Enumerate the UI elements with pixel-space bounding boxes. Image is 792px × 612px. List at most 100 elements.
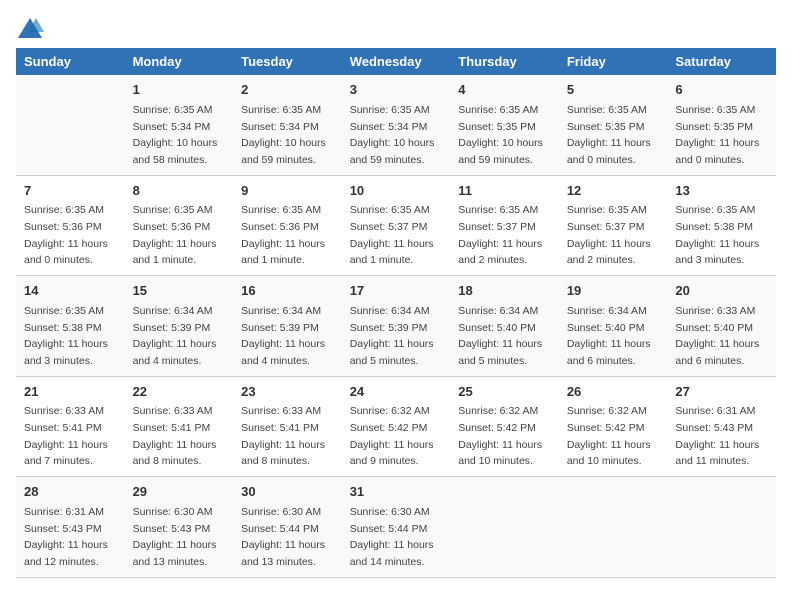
day-number: 2 <box>241 81 334 100</box>
calendar-cell: 20 Sunrise: 6:33 AMSunset: 5:40 PMDayligh… <box>667 276 776 377</box>
day-number: 5 <box>567 81 660 100</box>
day-number: 11 <box>458 182 551 201</box>
day-number: 24 <box>350 383 443 402</box>
day-info: Sunrise: 6:32 AMSunset: 5:42 PMDaylight:… <box>458 405 542 467</box>
day-info: Sunrise: 6:35 AMSunset: 5:34 PMDaylight:… <box>133 104 218 166</box>
calendar-week-row: 21Sunrise: 6:33 AMSunset: 5:41 PMDayligh… <box>16 376 776 477</box>
calendar-cell <box>667 477 776 578</box>
calendar-cell: 26 Sunrise: 6:32 AMSunset: 5:42 PMDayligh… <box>559 376 668 477</box>
day-info: Sunrise: 6:30 AMSunset: 5:43 PMDaylight:… <box>133 506 217 568</box>
day-number: 3 <box>350 81 443 100</box>
calendar-cell: 6 Sunrise: 6:35 AMSunset: 5:35 PMDaylight… <box>667 75 776 175</box>
calendar-week-row: 1 Sunrise: 6:35 AMSunset: 5:34 PMDaylight… <box>16 75 776 175</box>
calendar-cell: 16 Sunrise: 6:34 AMSunset: 5:39 PMDayligh… <box>233 276 342 377</box>
calendar-cell: 24 Sunrise: 6:32 AMSunset: 5:42 PMDayligh… <box>342 376 451 477</box>
calendar-cell: 14 Sunrise: 6:35 AMSunset: 5:38 PMDayligh… <box>16 276 125 377</box>
calendar-week-row: 7 Sunrise: 6:35 AMSunset: 5:36 PMDaylight… <box>16 175 776 276</box>
day-info: Sunrise: 6:35 AMSunset: 5:36 PMDaylight:… <box>133 204 217 266</box>
day-info: Sunrise: 6:32 AMSunset: 5:42 PMDaylight:… <box>567 405 651 467</box>
calendar-cell: 2 Sunrise: 6:35 AMSunset: 5:34 PMDaylight… <box>233 75 342 175</box>
calendar-cell: 10 Sunrise: 6:35 AMSunset: 5:37 PMDayligh… <box>342 175 451 276</box>
day-number: 4 <box>458 81 551 100</box>
calendar-cell: 4 Sunrise: 6:35 AMSunset: 5:35 PMDaylight… <box>450 75 559 175</box>
column-header-friday: Friday <box>559 48 668 75</box>
day-info: Sunrise: 6:31 AMSunset: 5:43 PMDaylight:… <box>675 405 759 467</box>
day-info: Sunrise: 6:35 AMSunset: 5:36 PMDaylight:… <box>241 204 325 266</box>
day-info: Sunrise: 6:31 AMSunset: 5:43 PMDaylight:… <box>24 506 108 568</box>
day-info: Sunrise: 6:33 AMSunset: 5:41 PMDaylight:… <box>133 405 217 467</box>
column-header-sunday: Sunday <box>16 48 125 75</box>
calendar-cell: 9 Sunrise: 6:35 AMSunset: 5:36 PMDaylight… <box>233 175 342 276</box>
day-info: Sunrise: 6:35 AMSunset: 5:35 PMDaylight:… <box>458 104 543 166</box>
day-number: 13 <box>675 182 768 201</box>
day-info: Sunrise: 6:30 AMSunset: 5:44 PMDaylight:… <box>241 506 325 568</box>
day-info: Sunrise: 6:33 AMSunset: 5:41 PMDaylight:… <box>241 405 325 467</box>
day-info: Sunrise: 6:35 AMSunset: 5:37 PMDaylight:… <box>458 204 542 266</box>
day-info: Sunrise: 6:35 AMSunset: 5:34 PMDaylight:… <box>350 104 435 166</box>
calendar-cell <box>559 477 668 578</box>
column-header-saturday: Saturday <box>667 48 776 75</box>
calendar-cell: 25 Sunrise: 6:32 AMSunset: 5:42 PMDayligh… <box>450 376 559 477</box>
day-number: 14 <box>24 282 117 301</box>
day-number: 23 <box>241 383 334 402</box>
column-header-monday: Monday <box>125 48 234 75</box>
calendar-cell: 17 Sunrise: 6:34 AMSunset: 5:39 PMDayligh… <box>342 276 451 377</box>
day-number: 16 <box>241 282 334 301</box>
calendar-cell: 23 Sunrise: 6:33 AMSunset: 5:41 PMDayligh… <box>233 376 342 477</box>
calendar-cell: 7Sunrise: 6:35 AMSunset: 5:36 PMDaylight… <box>16 175 125 276</box>
calendar-cell: 12Sunrise: 6:35 AMSunset: 5:37 PMDayligh… <box>559 175 668 276</box>
day-number: 9 <box>241 182 334 201</box>
calendar-week-row: 14 Sunrise: 6:35 AMSunset: 5:38 PMDayligh… <box>16 276 776 377</box>
day-number: 17 <box>350 282 443 301</box>
calendar-cell: 13Sunrise: 6:35 AMSunset: 5:38 PMDayligh… <box>667 175 776 276</box>
calendar-cell: 29Sunrise: 6:30 AMSunset: 5:43 PMDayligh… <box>125 477 234 578</box>
day-number: 7 <box>24 182 117 201</box>
day-info: Sunrise: 6:35 AMSunset: 5:35 PMDaylight:… <box>675 104 759 166</box>
day-number: 20 <box>675 282 768 301</box>
day-info: Sunrise: 6:30 AMSunset: 5:44 PMDaylight:… <box>350 506 434 568</box>
column-header-wednesday: Wednesday <box>342 48 451 75</box>
calendar-cell <box>450 477 559 578</box>
calendar-cell: 19 Sunrise: 6:34 AMSunset: 5:40 PMDayligh… <box>559 276 668 377</box>
day-info: Sunrise: 6:34 AMSunset: 5:40 PMDaylight:… <box>567 305 651 367</box>
day-info: Sunrise: 6:35 AMSunset: 5:35 PMDaylight:… <box>567 104 651 166</box>
day-info: Sunrise: 6:35 AMSunset: 5:34 PMDaylight:… <box>241 104 326 166</box>
day-info: Sunrise: 6:33 AMSunset: 5:40 PMDaylight:… <box>675 305 759 367</box>
calendar-cell: 30 Sunrise: 6:30 AMSunset: 5:44 PMDayligh… <box>233 477 342 578</box>
day-info: Sunrise: 6:34 AMSunset: 5:40 PMDaylight:… <box>458 305 542 367</box>
day-info: Sunrise: 6:35 AMSunset: 5:38 PMDaylight:… <box>24 305 108 367</box>
day-info: Sunrise: 6:34 AMSunset: 5:39 PMDaylight:… <box>133 305 217 367</box>
day-number: 31 <box>350 483 443 502</box>
column-header-tuesday: Tuesday <box>233 48 342 75</box>
day-number: 22 <box>133 383 226 402</box>
day-info: Sunrise: 6:35 AMSunset: 5:37 PMDaylight:… <box>350 204 434 266</box>
calendar-cell <box>16 75 125 175</box>
calendar-week-row: 28 Sunrise: 6:31 AMSunset: 5:43 PMDayligh… <box>16 477 776 578</box>
day-number: 30 <box>241 483 334 502</box>
calendar-cell: 5 Sunrise: 6:35 AMSunset: 5:35 PMDaylight… <box>559 75 668 175</box>
day-info: Sunrise: 6:33 AMSunset: 5:41 PMDaylight:… <box>24 405 108 467</box>
day-number: 1 <box>133 81 226 100</box>
day-number: 25 <box>458 383 551 402</box>
calendar-cell: 11 Sunrise: 6:35 AMSunset: 5:37 PMDayligh… <box>450 175 559 276</box>
logo <box>16 16 48 40</box>
calendar-cell: 28 Sunrise: 6:31 AMSunset: 5:43 PMDayligh… <box>16 477 125 578</box>
day-number: 19 <box>567 282 660 301</box>
calendar-cell: 21Sunrise: 6:33 AMSunset: 5:41 PMDayligh… <box>16 376 125 477</box>
day-number: 18 <box>458 282 551 301</box>
day-info: Sunrise: 6:34 AMSunset: 5:39 PMDaylight:… <box>241 305 325 367</box>
day-number: 10 <box>350 182 443 201</box>
calendar-cell: 1 Sunrise: 6:35 AMSunset: 5:34 PMDaylight… <box>125 75 234 175</box>
calendar-cell: 27 Sunrise: 6:31 AMSunset: 5:43 PMDayligh… <box>667 376 776 477</box>
calendar-cell: 15Sunrise: 6:34 AMSunset: 5:39 PMDayligh… <box>125 276 234 377</box>
day-number: 28 <box>24 483 117 502</box>
day-number: 6 <box>675 81 768 100</box>
calendar-cell: 8Sunrise: 6:35 AMSunset: 5:36 PMDaylight… <box>125 175 234 276</box>
day-number: 27 <box>675 383 768 402</box>
day-info: Sunrise: 6:35 AMSunset: 5:37 PMDaylight:… <box>567 204 651 266</box>
day-info: Sunrise: 6:34 AMSunset: 5:39 PMDaylight:… <box>350 305 434 367</box>
calendar-cell: 3 Sunrise: 6:35 AMSunset: 5:34 PMDaylight… <box>342 75 451 175</box>
day-info: Sunrise: 6:32 AMSunset: 5:42 PMDaylight:… <box>350 405 434 467</box>
logo-icon <box>16 16 44 40</box>
day-number: 26 <box>567 383 660 402</box>
